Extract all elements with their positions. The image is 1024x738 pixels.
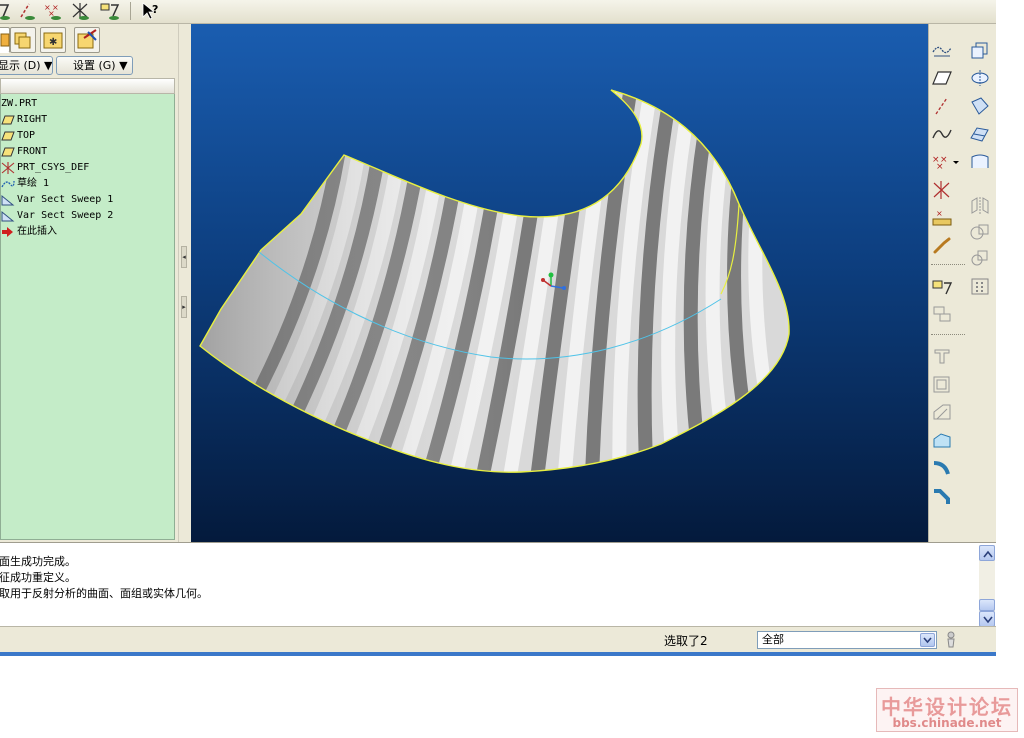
toolbar-separator	[931, 264, 965, 265]
svg-text:✱: ✱	[49, 37, 57, 48]
datum-plane-icon	[1, 114, 15, 126]
graphics-viewport[interactable]	[191, 24, 928, 542]
csys-tool-icon[interactable]	[931, 180, 953, 200]
model-tree: ZW.PRT RIGHT TOP FRONT PRT_CSYS_DEF 草绘 1	[0, 94, 175, 540]
toolbar-separator	[931, 334, 965, 335]
feature-toolbar: × × × ×	[928, 24, 996, 542]
settings-menu-label: 设置 (G) ▼	[73, 59, 128, 72]
scroll-down-button[interactable]	[979, 611, 995, 627]
svg-text:×: ×	[936, 209, 943, 218]
chain-tool-icon[interactable]	[931, 236, 953, 256]
cad-application-window: × × × ? ✱ 显示 (D) ▼ 设置 (G) ▼ ZW.PRT RIGHT…	[0, 0, 996, 656]
curve-tool-icon[interactable]	[931, 124, 953, 144]
scroll-thumb[interactable]	[979, 599, 995, 611]
datum-plane-display-icon[interactable]	[0, 1, 16, 21]
rib-tool-icon[interactable]	[931, 402, 953, 422]
sketch-icon	[1, 178, 15, 190]
datum-point-display-icon[interactable]: × × ×	[43, 1, 65, 21]
datum-plane-icon	[1, 146, 15, 158]
message-scrollbar[interactable]	[979, 545, 995, 627]
trim-tool-icon[interactable]	[969, 248, 991, 268]
selection-filter-select[interactable]: 全部	[757, 631, 937, 649]
svg-text:×: ×	[936, 162, 944, 172]
status-bar: 选取了2 全部	[0, 626, 996, 652]
window-bottom-border	[0, 652, 996, 656]
forum-watermark-logo: 中华设计论坛 bbs.chinade.net	[876, 688, 1018, 732]
scroll-up-button[interactable]	[979, 545, 995, 561]
plane-tool-icon[interactable]	[931, 68, 953, 88]
tree-item-label: Var Sect Sweep 1	[17, 194, 114, 205]
model-tree-header	[0, 78, 175, 94]
shell-tool-icon[interactable]	[931, 374, 953, 394]
analysis-feature-tool-icon[interactable]: ×	[931, 208, 953, 228]
tree-item-label: RIGHT	[17, 114, 48, 125]
status-light-icon	[944, 630, 958, 650]
collapse-left-icon[interactable]: ◂	[181, 246, 187, 268]
tree-item-label: 草绘 1	[17, 178, 50, 189]
annotation-feature-tool-icon[interactable]	[931, 278, 953, 298]
message-line: 选取用于反射分析的曲面、面组或实体几何。	[0, 587, 208, 600]
tree-item-label: FRONT	[17, 146, 48, 157]
chamfer-tool-icon[interactable]	[931, 486, 953, 506]
tree-item-label: Var Sect Sweep 2	[17, 210, 114, 221]
sweep-tool-icon[interactable]	[969, 96, 991, 116]
tab-model-tree[interactable]	[0, 27, 10, 53]
point-tool-icon[interactable]: × × ×	[931, 152, 953, 172]
coordinate-system-icon	[1, 162, 15, 174]
datum-plane-tool-icon[interactable]	[931, 40, 953, 60]
selection-count-text: 选取了2	[664, 634, 708, 648]
draft-tool-icon[interactable]	[931, 430, 953, 450]
watermark-url: bbs.chinade.net	[892, 716, 1002, 730]
csys-display-icon[interactable]	[70, 1, 92, 21]
tree-item-label: 在此插入	[17, 226, 57, 237]
sweep-icon	[1, 194, 15, 206]
message-line: 曲面生成功完成。	[0, 555, 76, 568]
merge-tool-icon[interactable]	[969, 222, 991, 242]
svg-text:?: ?	[152, 3, 158, 16]
boundary-blend-tool-icon[interactable]	[969, 152, 991, 172]
toolbar-separator	[130, 2, 131, 20]
panel-splitter[interactable]: ◂ ▸	[178, 24, 190, 542]
point-tool-dropdown-icon[interactable]	[951, 152, 961, 172]
datum-plane-icon	[1, 130, 15, 142]
model-tree-panel: ✱ 显示 (D) ▼ 设置 (G) ▼ ZW.PRT RIGHT TOP FRO…	[0, 24, 180, 542]
tab-favorites[interactable]: ✱	[40, 27, 66, 53]
show-menu-label: 显示 (D) ▼	[0, 59, 53, 72]
expand-right-icon[interactable]: ▸	[181, 296, 187, 318]
copy-feature-tool-icon[interactable]	[931, 304, 953, 324]
show-menu-button[interactable]: 显示 (D) ▼	[0, 56, 53, 75]
insert-here-arrow-icon	[1, 226, 15, 238]
top-toolbar: × × × ?	[0, 0, 996, 24]
axis-tool-icon[interactable]	[931, 96, 953, 116]
annotation-display-icon[interactable]	[99, 1, 121, 21]
revolve-tool-icon[interactable]	[969, 68, 991, 88]
datum-axis-display-icon[interactable]	[17, 1, 39, 21]
blend-tool-icon[interactable]	[969, 124, 991, 144]
mirror-tool-icon[interactable]	[969, 196, 991, 216]
settings-menu-button[interactable]: 设置 (G) ▼	[56, 56, 133, 75]
message-line: 特征成功重定义。	[0, 571, 76, 584]
context-help-icon[interactable]: ?	[140, 1, 162, 21]
tree-item-label: ZW.PRT	[1, 98, 38, 109]
tree-item-label: TOP	[17, 130, 36, 141]
extrude-tool-icon[interactable]	[969, 40, 991, 60]
selection-filter-value: 全部	[762, 633, 784, 646]
pattern-tool-icon[interactable]	[969, 276, 991, 296]
chevron-down-icon[interactable]	[920, 633, 935, 647]
tab-folder-browser[interactable]	[10, 27, 36, 53]
round-tool-icon[interactable]	[931, 458, 953, 478]
hole-tool-icon[interactable]	[931, 346, 953, 366]
sweep-icon	[1, 210, 15, 222]
tree-item-label: PRT_CSYS_DEF	[17, 162, 90, 173]
tab-connections[interactable]	[74, 27, 100, 53]
surface-model-render	[199, 89, 790, 473]
message-area: 曲面生成功完成。 特征成功重定义。 选取用于反射分析的曲面、面组或实体几何。	[0, 542, 996, 627]
